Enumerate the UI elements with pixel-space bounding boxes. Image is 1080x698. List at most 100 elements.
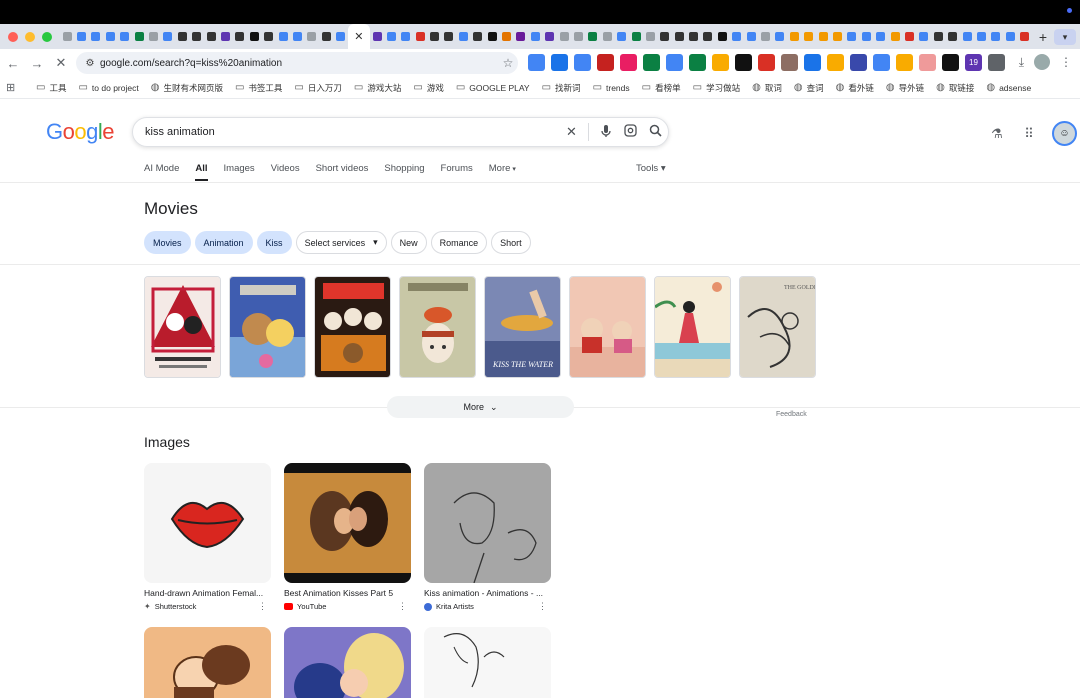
extension-icon[interactable]	[689, 54, 706, 71]
browser-tab[interactable]	[931, 24, 945, 49]
browser-tab[interactable]	[614, 24, 628, 49]
browser-tab[interactable]	[945, 24, 959, 49]
new-tab-button[interactable]: +	[1032, 29, 1054, 45]
browser-tab[interactable]	[190, 24, 204, 49]
browser-tab[interactable]	[290, 24, 304, 49]
browser-tab[interactable]	[485, 24, 499, 49]
browser-tab[interactable]	[543, 24, 557, 49]
bookmark-item[interactable]: ◍ 生财有术网页版	[151, 82, 223, 94]
bookmark-item[interactable]: ▭ 书签工具	[235, 82, 282, 94]
extension-icon[interactable]	[735, 54, 752, 71]
search-input[interactable]: kiss animation	[133, 126, 559, 138]
browser-tab[interactable]	[218, 24, 232, 49]
stop-loading-button[interactable]: ✕	[50, 55, 72, 71]
filter-chip[interactable]: Short	[491, 231, 531, 254]
image-result-card[interactable]: Kiss animation - Animations - ... Krita …	[424, 463, 551, 611]
browser-tab[interactable]	[233, 24, 247, 49]
browser-tab[interactable]	[917, 24, 931, 49]
browser-tab[interactable]	[60, 24, 74, 49]
extension-icon[interactable]	[620, 54, 637, 71]
browser-tab[interactable]	[758, 24, 772, 49]
bookmark-item[interactable]: ◍ adsense	[986, 82, 1031, 93]
browser-tab[interactable]	[456, 24, 470, 49]
forward-button[interactable]: →	[26, 56, 48, 71]
close-tab-icon[interactable]: ✕	[354, 30, 363, 43]
browser-tab[interactable]	[672, 24, 686, 49]
browser-tab[interactable]	[161, 24, 175, 49]
browser-tab[interactable]	[1017, 24, 1031, 49]
browser-tab[interactable]	[103, 24, 117, 49]
image-thumbnail-anime-kiss[interactable]	[284, 627, 411, 698]
image-thumbnail-cartoon-kiss[interactable]	[144, 627, 271, 698]
bookmark-item[interactable]: ▭ to do project	[78, 82, 138, 93]
browser-tab[interactable]	[902, 24, 916, 49]
browser-tab[interactable]	[333, 24, 347, 49]
extension-icon[interactable]	[643, 54, 660, 71]
browser-tab[interactable]	[399, 24, 413, 49]
image-thumbnail-couple[interactable]	[284, 463, 411, 583]
account-avatar[interactable]: ☺	[1052, 121, 1077, 146]
bookmark-item[interactable]: ▭ GOOGLE PLAY	[456, 82, 530, 93]
image-result-card[interactable]: Hand-drawn Animation Femal... ✦ Shutterst…	[144, 463, 271, 611]
browser-tab[interactable]	[658, 24, 672, 49]
lens-search-icon[interactable]	[618, 124, 643, 140]
bookmark-item[interactable]: ◍ 取词	[752, 82, 782, 94]
browser-tab[interactable]	[1003, 24, 1017, 49]
browser-tab[interactable]	[802, 24, 816, 49]
extension-icon[interactable]	[551, 54, 568, 71]
image-caption[interactable]: Kiss animation - Animations - ...	[424, 588, 551, 598]
nav-tab[interactable]: Forums	[441, 163, 473, 181]
bookmark-item[interactable]: ▭ trends	[593, 82, 630, 93]
browser-tab[interactable]	[305, 24, 319, 49]
image-thumbnail-line-art[interactable]	[424, 627, 551, 698]
browser-tab[interactable]	[204, 24, 218, 49]
bookmark-item[interactable]: ▭ 游戏	[413, 82, 443, 94]
tools-button[interactable]: Tools ▾	[636, 163, 666, 174]
extension-icon[interactable]	[804, 54, 821, 71]
extension-icon[interactable]	[758, 54, 775, 71]
browser-tab[interactable]	[686, 24, 700, 49]
browser-tab[interactable]	[557, 24, 571, 49]
image-thumbnail-sketch[interactable]	[424, 463, 551, 583]
extension-icon[interactable]	[574, 54, 591, 71]
browser-tab[interactable]	[960, 24, 974, 49]
browser-tab[interactable]	[600, 24, 614, 49]
bookmark-item[interactable]: ▭ 工具	[36, 82, 66, 94]
bookmark-item[interactable]: ◍ 导外链	[886, 82, 924, 94]
bookmark-item[interactable]: ◍ 查词	[794, 82, 824, 94]
image-source[interactable]: YouTube ⋮	[284, 601, 411, 611]
back-button[interactable]: ←	[2, 56, 24, 71]
browser-tab[interactable]	[701, 24, 715, 49]
browser-tab[interactable]	[413, 24, 427, 49]
image-result-card[interactable]	[424, 627, 551, 698]
browser-tab[interactable]	[643, 24, 657, 49]
address-bar[interactable]: ⚙ google.com/search?q=kiss%20animation ☆	[76, 52, 518, 74]
url-text[interactable]: google.com/search?q=kiss%20animation	[100, 58, 498, 69]
bookmark-item[interactable]: ◍ 看外链	[836, 82, 874, 94]
filter-chip[interactable]: New	[390, 231, 427, 254]
image-caption[interactable]: Hand-drawn Animation Femal...	[144, 588, 271, 598]
active-tab[interactable]: ✕	[347, 24, 370, 49]
profile-avatar[interactable]	[1034, 54, 1050, 70]
maximize-window-button[interactable]	[42, 31, 52, 42]
browser-tab[interactable]	[873, 24, 887, 49]
image-source[interactable]: Krita Artists ⋮	[424, 601, 551, 611]
extension-icon[interactable]	[597, 54, 614, 71]
browser-tab[interactable]	[571, 24, 585, 49]
extension-icon[interactable]	[666, 54, 683, 71]
clear-search-icon[interactable]: ✕	[559, 124, 584, 140]
search-box[interactable]: kiss animation ✕	[132, 117, 669, 147]
poster-butterfly-kiss[interactable]	[399, 276, 476, 378]
extension-icon[interactable]	[873, 54, 890, 71]
browser-tab[interactable]	[730, 24, 744, 49]
browser-menu-icon[interactable]: ⋮	[1060, 55, 1072, 69]
browser-tab[interactable]	[427, 24, 441, 49]
browser-tab[interactable]	[118, 24, 132, 49]
more-movies-button[interactable]: More ⌄	[387, 396, 574, 418]
extension-icon[interactable]	[942, 54, 959, 71]
close-window-button[interactable]	[8, 31, 18, 42]
more-options-icon[interactable]: ⋮	[258, 601, 267, 612]
poster-kiss-the-water[interactable]: KISS THE WATER	[484, 276, 561, 378]
image-source[interactable]: ✦ Shutterstock ⋮	[144, 601, 271, 612]
browser-tab[interactable]	[888, 24, 902, 49]
